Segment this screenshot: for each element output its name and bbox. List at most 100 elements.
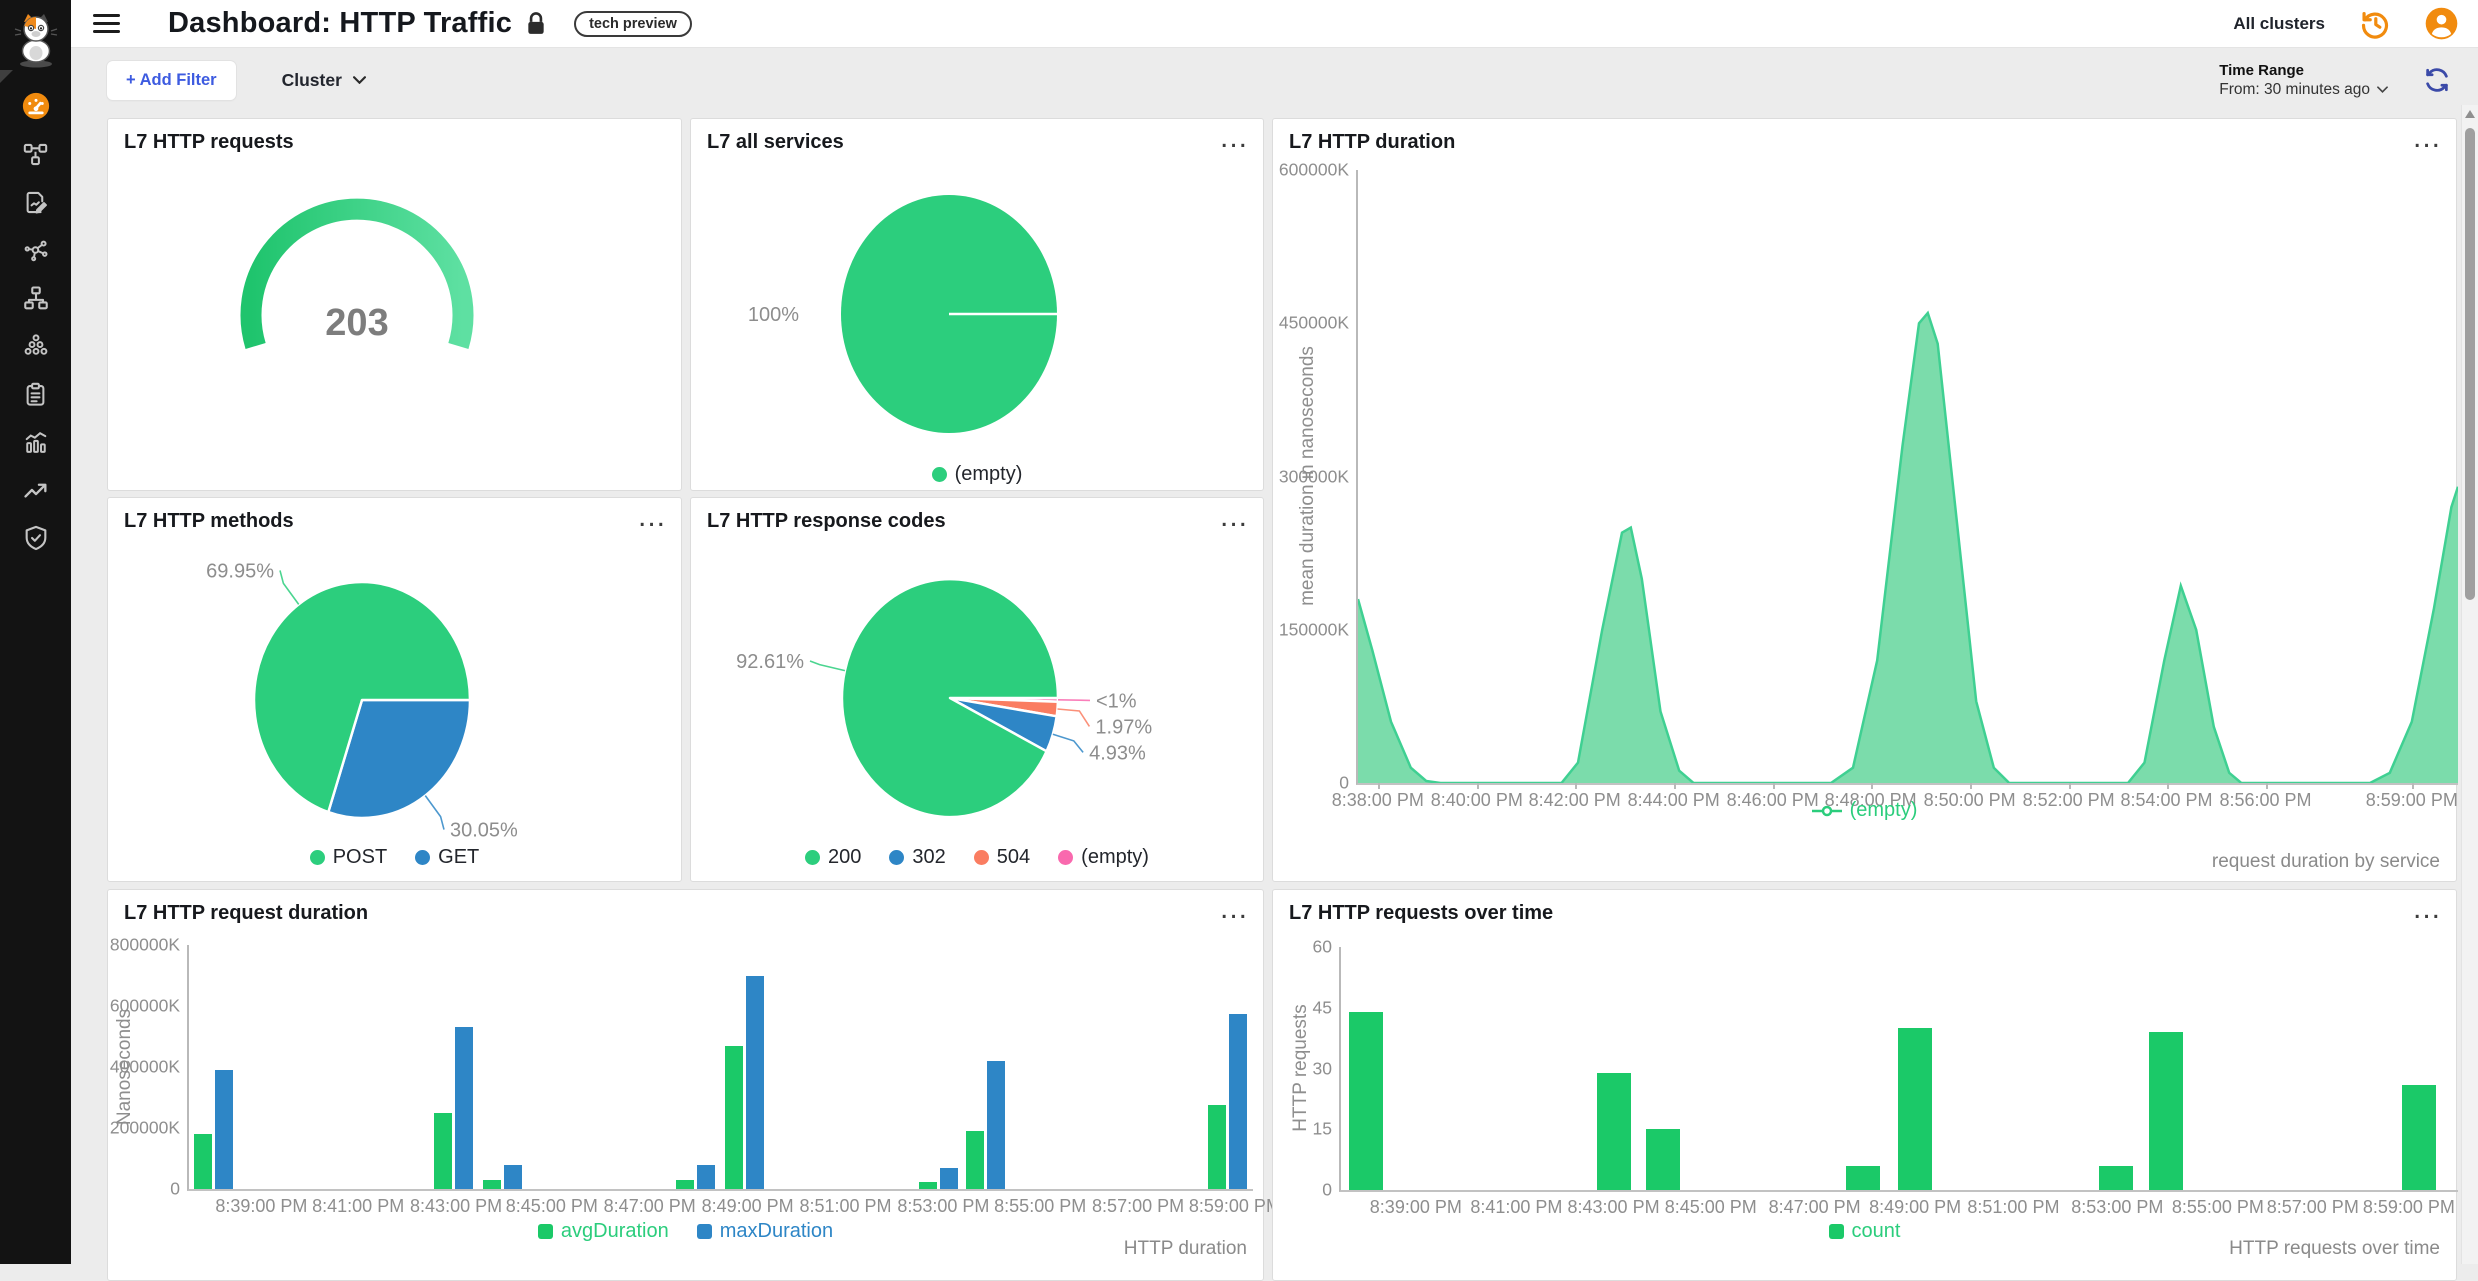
bar-max-duration[interactable] <box>1229 1014 1247 1189</box>
panel-menu-button[interactable]: ... <box>1220 892 1248 926</box>
panel-l7-http-request-duration: L7 HTTP request duration ... Nanoseconds… <box>107 889 1264 1281</box>
legend-item[interactable]: POST <box>310 846 387 869</box>
sidebar-item-trends[interactable] <box>0 466 71 514</box>
x-tick-label: 8:51:00 PM <box>799 1196 891 1217</box>
cluster-filter-dropdown[interactable]: Cluster <box>282 70 366 91</box>
user-avatar-icon[interactable] <box>2425 7 2458 40</box>
scrollbar-thumb[interactable] <box>2465 128 2475 600</box>
panel-l7-http-requests-over-time: L7 HTTP requests over time ... HTTP requ… <box>1272 889 2457 1281</box>
legend-item[interactable]: 302 <box>889 846 945 869</box>
y-tick-label: 15 <box>1313 1119 1332 1140</box>
x-tick-label: 8:47:00 PM <box>1769 1197 1861 1218</box>
bar-chart[interactable]: 0153045608:39:00 PM8:41:00 PM8:43:00 PM8… <box>1339 947 2458 1192</box>
legend-item[interactable]: avgDuration <box>538 1220 669 1243</box>
refresh-icon[interactable] <box>2422 65 2452 95</box>
pie-chart[interactable]: <1%1.97%4.93%92.61% <box>691 498 1263 881</box>
x-tick-label: 8:57:00 PM <box>1092 1196 1184 1217</box>
x-tick-label: 8:45:00 PM <box>506 1196 598 1217</box>
bar-max-duration[interactable] <box>987 1061 1005 1189</box>
legend-item[interactable]: 200 <box>805 846 861 869</box>
history-icon[interactable] <box>2359 8 2391 40</box>
pie-percent-label: 30.05% <box>450 820 518 842</box>
sidebar-item-service-map[interactable] <box>0 130 71 178</box>
bar-max-duration[interactable] <box>746 976 764 1190</box>
sidebar-item-security[interactable] <box>0 514 71 562</box>
panel-l7-all-services: L7 all services ... 100% (empty) <box>690 118 1264 491</box>
area-chart[interactable]: 0150000K300000K450000K600000K8:38:00 PM8… <box>1356 170 2458 785</box>
cluster-selector[interactable]: All clusters <box>2233 14 2325 34</box>
gauge-dashboard-icon <box>21 91 51 121</box>
pie-chart[interactable]: 100% <box>691 119 1263 490</box>
bar-avg-duration[interactable] <box>725 1046 743 1189</box>
bar-avg-duration[interactable] <box>194 1134 212 1189</box>
sidebar-item-clusters[interactable] <box>0 322 71 370</box>
x-tick-mark <box>2069 783 2071 789</box>
bar-avg-duration[interactable] <box>483 1180 501 1189</box>
panel-title: L7 HTTP request duration <box>124 902 368 925</box>
legend-item[interactable]: 504 <box>974 846 1030 869</box>
panel-l7-http-response-codes: L7 HTTP response codes ... <1%1.97%4.93%… <box>690 497 1264 882</box>
bar-count[interactable] <box>1646 1129 1680 1190</box>
x-tick-mark <box>1477 783 1479 789</box>
bar-count[interactable] <box>1846 1166 1880 1190</box>
cluster-filter-label: Cluster <box>282 70 342 91</box>
menu-button[interactable] <box>93 14 120 33</box>
bar-count[interactable] <box>1898 1028 1932 1190</box>
bar-max-duration[interactable] <box>697 1165 715 1189</box>
legend-item[interactable]: count <box>1829 1220 1901 1243</box>
x-tick-label: 8:47:00 PM <box>604 1196 696 1217</box>
scrollbar-up-arrow[interactable] <box>2465 110 2475 118</box>
bar-max-duration[interactable] <box>215 1070 233 1189</box>
bar-count[interactable] <box>2402 1085 2436 1190</box>
bar-count[interactable] <box>2099 1166 2133 1190</box>
sidebar-item-topology[interactable] <box>0 274 71 322</box>
bar-avg-duration[interactable] <box>676 1180 694 1189</box>
x-tick-label: 8:43:00 PM <box>1568 1197 1660 1218</box>
active-section-notch <box>0 70 13 83</box>
bar-max-duration[interactable] <box>940 1168 958 1189</box>
legend-item[interactable]: (empty) <box>932 463 1023 486</box>
pie-chart[interactable]: 30.05%69.95% <box>108 498 681 881</box>
clusters-icon <box>22 332 50 360</box>
legend-item[interactable]: (empty) <box>1812 799 1918 822</box>
x-tick-mark <box>1378 783 1380 789</box>
x-tick-label: 8:55:00 PM <box>2172 1197 2264 1218</box>
bar-avg-duration[interactable] <box>1208 1105 1226 1189</box>
panel-menu-button[interactable]: ... <box>2413 892 2441 926</box>
sidebar-item-metrics[interactable] <box>0 418 71 466</box>
sidebar-item-flows[interactable] <box>0 178 71 226</box>
bar-avg-duration[interactable] <box>919 1182 937 1189</box>
bar-max-duration[interactable] <box>504 1165 522 1189</box>
legend-item[interactable]: (empty) <box>1058 846 1149 869</box>
pie-slice <box>842 579 1058 817</box>
x-tick-mark <box>1674 783 1676 789</box>
sidebar-item-policies[interactable] <box>0 370 71 418</box>
top-bar: Dashboard: HTTP Traffic tech preview All… <box>71 0 2478 48</box>
time-range-control[interactable]: Time Range From: 30 minutes ago <box>2219 62 2388 99</box>
sidebar-item-dashboards[interactable] <box>0 82 71 130</box>
bar-chart[interactable]: 0200000K400000K600000K800000K8:39:00 PM8… <box>187 945 1253 1191</box>
panel-title: L7 HTTP duration <box>1289 131 1455 154</box>
pie-percent-label: 4.93% <box>1089 742 1146 764</box>
y-tick-label: 450000K <box>1279 313 1349 334</box>
legend: (empty) <box>1273 799 2456 822</box>
bar-count[interactable] <box>1349 1012 1383 1190</box>
bar-count[interactable] <box>1597 1073 1631 1190</box>
x-tick-label: 8:57:00 PM <box>2267 1197 2359 1218</box>
sidebar-item-network-graph[interactable] <box>0 226 71 274</box>
sitemap-icon <box>22 284 50 312</box>
x-tick-label: 8:39:00 PM <box>215 1196 307 1217</box>
document-edit-icon <box>22 189 49 216</box>
add-filter-button[interactable]: + Add Filter <box>107 61 236 100</box>
bar-avg-duration[interactable] <box>966 1131 984 1189</box>
bar-count[interactable] <box>2149 1032 2183 1190</box>
legend: 200 302 504 (empty) <box>691 846 1263 869</box>
panel-menu-button[interactable]: ... <box>2413 121 2441 155</box>
legend-item[interactable]: maxDuration <box>697 1220 833 1243</box>
metrics-chart-icon <box>22 428 50 456</box>
bar-max-duration[interactable] <box>455 1027 473 1189</box>
trend-up-icon <box>22 476 50 504</box>
pie-percent-label: <1% <box>1096 690 1137 712</box>
legend-item[interactable]: GET <box>415 846 479 869</box>
bar-avg-duration[interactable] <box>434 1113 452 1189</box>
